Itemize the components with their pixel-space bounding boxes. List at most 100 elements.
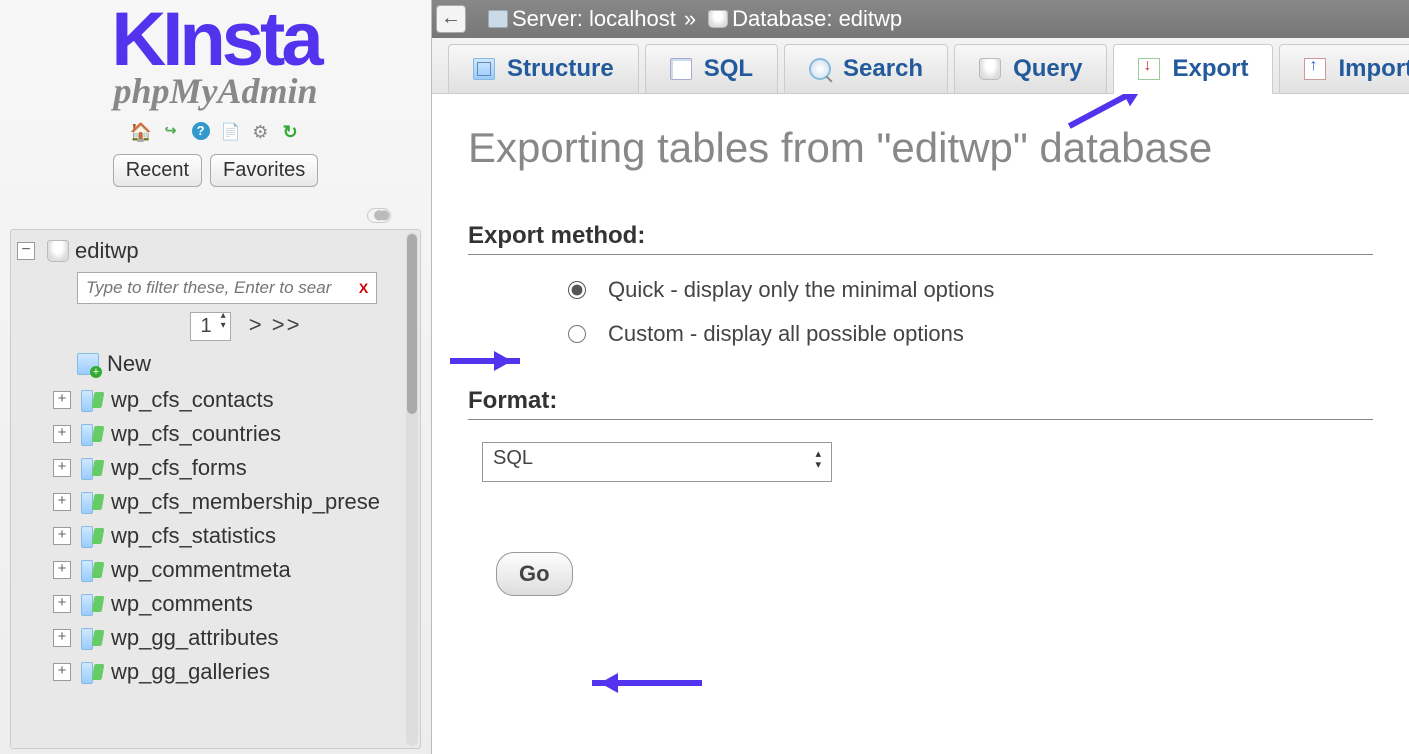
tab-query[interactable]: Query	[954, 44, 1107, 93]
db-value[interactable]: editwp	[839, 6, 903, 32]
expand-icon[interactable]: +	[53, 493, 71, 511]
server-icon	[488, 10, 508, 28]
sidebar: KInsta phpMyAdmin Recent Favorites − edi…	[0, 0, 432, 754]
tab-search[interactable]: Search	[784, 44, 948, 93]
table-row[interactable]: + wp_gg_galleries	[53, 655, 414, 689]
expand-icon[interactable]: +	[53, 425, 71, 443]
table-icon	[81, 560, 103, 580]
format-select[interactable]: SQL	[482, 442, 832, 482]
table-row[interactable]: + wp_cfs_countries	[53, 417, 414, 451]
table-name-label: wp_cfs_forms	[111, 455, 247, 481]
filter-input[interactable]	[77, 272, 377, 304]
filter-row: X	[77, 272, 414, 304]
expand-icon[interactable]: +	[53, 663, 71, 681]
annotation-arrow-quick	[450, 358, 520, 364]
table-icon	[81, 526, 103, 546]
expand-icon[interactable]: +	[53, 595, 71, 613]
structure-icon	[473, 58, 495, 80]
help-icon[interactable]	[190, 122, 212, 144]
format-heading: Format:	[468, 387, 1373, 420]
table-row[interactable]: +wp_gg_attributes	[53, 621, 414, 655]
table-name-label: wp_cfs_contacts	[111, 387, 274, 413]
table-name-label: wp_comments	[111, 591, 253, 617]
table-name-label: wp_cfs_countries	[111, 421, 281, 447]
table-row[interactable]: + wp_comments	[53, 587, 414, 621]
table-row[interactable]: + wp_cfs_forms	[53, 451, 414, 485]
import-icon	[1304, 58, 1326, 80]
home-icon[interactable]	[130, 122, 152, 144]
tabs-bar: Structure SQL Search Query Export Import	[432, 38, 1409, 94]
table-row[interactable]: + wp_commentmeta	[53, 553, 414, 587]
radio-custom-label: Custom - display all possible options	[608, 321, 964, 347]
docs-icon[interactable]	[219, 122, 241, 144]
export-icon	[1138, 58, 1160, 80]
tab-structure[interactable]: Structure	[448, 44, 639, 93]
new-table-icon	[77, 353, 99, 375]
breadcrumb: ← Server: localhost » Database: editwp	[432, 0, 1409, 38]
table-row[interactable]: + wp_cfs_statistics	[53, 519, 414, 553]
radio-quick[interactable]	[568, 281, 586, 299]
expand-icon[interactable]: +	[53, 629, 71, 647]
collapse-icon[interactable]: −	[17, 242, 35, 260]
search-icon	[809, 58, 831, 80]
table-name-label: wp_cfs_membership_prese	[111, 489, 380, 515]
nav-tree: − editwp X 1 > >> New +wp_cfs_contacts+w…	[10, 229, 421, 749]
page-title: Exporting tables from "editwp" database	[468, 124, 1373, 172]
tab-import[interactable]: Import	[1279, 44, 1409, 93]
brand-logo-text: KInsta	[0, 6, 431, 74]
table-list: + wp_cfs_contacts + wp_cfs_countries + wp_cfs…	[53, 383, 414, 689]
page-select[interactable]: 1	[190, 312, 231, 341]
recent-button[interactable]: Recent	[113, 154, 202, 187]
link-icon[interactable]	[0, 205, 431, 221]
reload-icon[interactable]	[279, 122, 301, 144]
database-icon	[47, 240, 69, 262]
tab-label: SQL	[704, 55, 753, 83]
clear-filter-icon[interactable]: X	[359, 280, 368, 296]
table-row[interactable]: + wp_cfs_contacts	[53, 383, 414, 417]
expand-icon[interactable]: +	[53, 459, 71, 477]
db-name-label[interactable]: editwp	[75, 238, 139, 264]
table-row[interactable]: + wp_cfs_membership_prese	[53, 485, 414, 519]
breadcrumb-separator: »	[684, 6, 696, 32]
settings-icon[interactable]	[249, 122, 271, 144]
server-label: Server:	[512, 6, 583, 32]
logout-icon[interactable]	[160, 122, 182, 144]
new-table-link[interactable]: New	[77, 351, 414, 377]
db-node[interactable]: − editwp	[17, 238, 414, 264]
product-logo-text: phpMyAdmin	[0, 70, 431, 112]
favorites-button[interactable]: Favorites	[210, 154, 318, 187]
database-icon	[708, 10, 728, 28]
radio-quick-label: Quick - display only the minimal options	[608, 277, 994, 303]
table-name-label: wp_commentmeta	[111, 557, 291, 583]
db-label: Database:	[732, 6, 832, 32]
table-icon	[81, 492, 103, 512]
export-method-heading: Export method:	[468, 222, 1373, 255]
tab-label: Query	[1013, 55, 1082, 83]
server-value[interactable]: localhost	[589, 6, 676, 32]
expand-icon[interactable]: +	[53, 391, 71, 409]
tab-label: Export	[1172, 55, 1248, 83]
sql-icon	[670, 58, 692, 80]
radio-custom-row[interactable]: Custom - display all possible options	[568, 321, 1373, 347]
tab-label: Search	[843, 55, 923, 83]
pager-next-button[interactable]: > >>	[249, 312, 302, 337]
query-icon	[979, 58, 1001, 80]
table-name-label: wp_gg_galleries	[111, 659, 270, 685]
table-icon	[81, 424, 103, 444]
tab-label: Structure	[507, 55, 614, 83]
tab-export[interactable]: Export	[1113, 44, 1273, 94]
expand-icon[interactable]: +	[53, 561, 71, 579]
back-button[interactable]: ←	[436, 5, 466, 33]
radio-quick-row[interactable]: Quick - display only the minimal options	[568, 277, 1373, 303]
tab-sql[interactable]: SQL	[645, 44, 778, 93]
radio-custom[interactable]	[568, 325, 586, 343]
table-icon	[81, 594, 103, 614]
logo-area: KInsta phpMyAdmin	[0, 0, 431, 112]
go-button[interactable]: Go	[496, 552, 573, 596]
table-icon	[81, 662, 103, 682]
tree-scrollbar[interactable]	[406, 232, 418, 746]
new-label: New	[107, 351, 151, 377]
expand-icon[interactable]: +	[53, 527, 71, 545]
table-name-label: wp_cfs_statistics	[111, 523, 276, 549]
table-icon	[81, 628, 103, 648]
